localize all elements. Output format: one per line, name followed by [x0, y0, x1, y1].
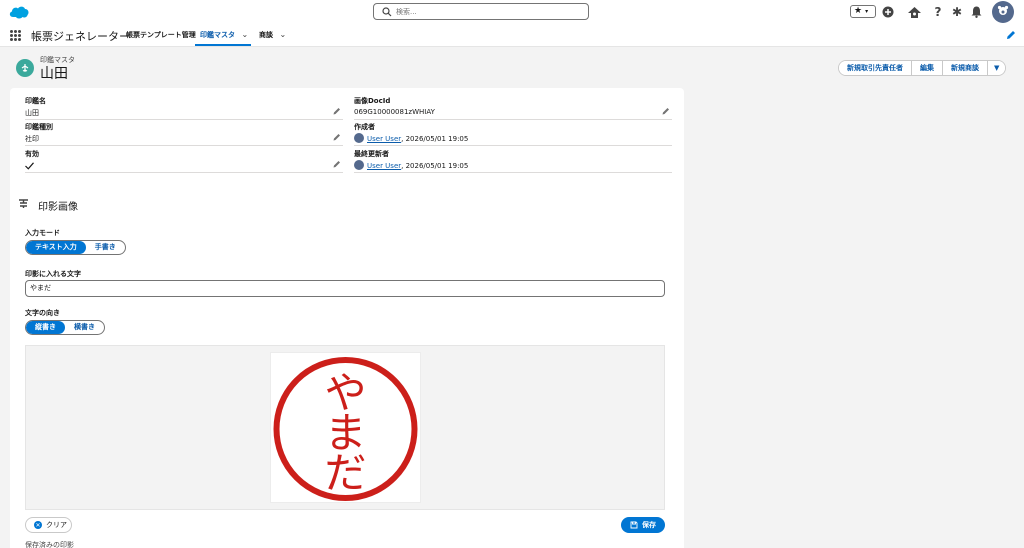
salesforce-logo[interactable] — [8, 4, 30, 20]
star-icon: ★ — [854, 6, 863, 16]
seal-text-input[interactable]: やまだ — [25, 280, 665, 297]
input-mode-label: 入力モード — [25, 229, 60, 237]
nav-item-template-management[interactable]: 帳票テンプレート管理 — [126, 30, 196, 40]
direction-vertical-option[interactable]: 縦書き — [26, 321, 65, 334]
seal-canvas[interactable]: や ま だ — [270, 352, 421, 503]
save-button-label: 保存 — [642, 521, 656, 529]
global-actions-plus-icon[interactable] — [880, 4, 896, 20]
stamp-character: だ — [324, 449, 366, 498]
clear-button[interactable]: ✕ クリア — [25, 517, 72, 533]
modified-date: , 2026/05/01 19:05 — [401, 162, 469, 170]
input-mode-handwrite-option[interactable]: 手書き — [86, 241, 125, 254]
field-label: 印鑑名 — [25, 97, 46, 105]
field-seal-type: 印鑑種別 社印 — [25, 120, 343, 146]
direction-horizontal-option[interactable]: 横書き — [65, 321, 104, 334]
field-value: 社印 — [25, 135, 39, 143]
pencil-icon[interactable] — [662, 107, 670, 115]
field-active: 有効 — [25, 147, 343, 173]
active-tab-indicator — [195, 44, 251, 46]
pencil-icon[interactable] — [333, 160, 341, 168]
seal-stamp-image: や ま だ — [273, 357, 418, 501]
input-mode-text-option[interactable]: テキスト入力 — [26, 241, 86, 254]
save-button[interactable]: 保存 — [621, 517, 665, 533]
pencil-icon[interactable] — [333, 107, 341, 115]
user-avatar-icon — [354, 133, 364, 143]
saved-seal-heading: 保存済みの印影 — [25, 541, 74, 548]
new-opportunity-button[interactable]: 新規商談 — [943, 61, 988, 75]
edit-nav-pencil-icon[interactable] — [1006, 30, 1016, 40]
created-date: , 2026/05/01 19:05 — [401, 135, 469, 143]
global-search-input[interactable]: 検索... — [373, 3, 589, 20]
record-action-buttons: 新規取引先責任者 編集 新規商談 ▼ — [838, 60, 1007, 76]
nav-item-opportunities[interactable]: 商談 ⌄ — [259, 30, 286, 40]
field-label: 画像DocId — [354, 97, 391, 105]
text-direction-label: 文字の向き — [25, 309, 60, 317]
chevron-down-icon[interactable]: ⌄ — [279, 30, 286, 39]
search-placeholder: 検索... — [396, 8, 417, 16]
section-toggle-icon[interactable] — [18, 198, 29, 209]
section-title: 印影画像 — [38, 202, 78, 213]
app-navigation-bar: 帳票ジェネレーター 帳票テンプレート管理 印鑑マスタ ⌄ 商談 ⌄ — [0, 24, 1024, 47]
save-icon — [630, 521, 638, 529]
help-icon[interactable]: ? — [930, 4, 946, 20]
modified-by-user-link[interactable]: User User — [367, 162, 401, 170]
pencil-icon[interactable] — [333, 133, 341, 141]
field-label: 最終更新者 — [354, 150, 389, 158]
field-label: 印鑑種別 — [25, 123, 53, 131]
checkmark-icon — [25, 162, 34, 170]
global-header: 検索... ★ ▾ ? ✱ — [0, 0, 1024, 24]
gear-icon[interactable]: ✱ — [949, 4, 965, 20]
chevron-down-icon[interactable]: ⌄ — [241, 30, 248, 39]
field-seal-name: 印鑑名 山田 — [25, 94, 343, 120]
app-name: 帳票ジェネレーター — [31, 30, 130, 43]
field-last-modified-by: 最終更新者 User User, 2026/05/01 19:05 — [354, 147, 672, 173]
nav-item-label: 帳票テンプレート管理 — [126, 31, 196, 39]
seal-text-label: 印影に入れる文字 — [25, 270, 81, 278]
chevron-down-icon: ▼ — [994, 64, 1000, 72]
field-value: User User, 2026/05/01 19:05 — [354, 160, 469, 171]
record-title: 山田 — [40, 66, 68, 82]
app-launcher-icon[interactable] — [10, 30, 21, 41]
seal-record-icon — [16, 59, 34, 77]
nav-item-label: 商談 — [259, 31, 273, 39]
trailhead-icon[interactable] — [906, 4, 922, 20]
field-label: 有効 — [25, 150, 39, 158]
nav-item-seal-master[interactable]: 印鑑マスタ ⌄ — [200, 30, 248, 40]
chevron-down-icon: ▾ — [865, 8, 869, 15]
field-label: 作成者 — [354, 123, 375, 131]
user-avatar-icon — [354, 160, 364, 170]
nav-item-label: 印鑑マスタ — [200, 31, 235, 39]
user-avatar[interactable] — [992, 1, 1014, 23]
search-icon — [382, 7, 392, 17]
close-icon: ✕ — [34, 521, 42, 529]
created-by-user-link[interactable]: User User — [367, 135, 401, 143]
field-created-by: 作成者 User User, 2026/05/01 19:05 — [354, 120, 672, 146]
input-mode-toggle: テキスト入力 手書き — [25, 240, 126, 255]
new-contact-button[interactable]: 新規取引先責任者 — [839, 61, 912, 75]
field-image-docid: 画像DocId 069G10000081zWHIAY — [354, 94, 672, 120]
more-actions-button[interactable]: ▼ — [988, 61, 1006, 75]
bell-icon[interactable] — [968, 4, 984, 20]
field-value: 山田 — [25, 109, 39, 117]
field-value: 069G10000081zWHIAY — [354, 108, 435, 116]
text-direction-toggle: 縦書き 横書き — [25, 320, 105, 335]
field-value: User User, 2026/05/01 19:05 — [354, 133, 469, 144]
edit-button[interactable]: 編集 — [912, 61, 943, 75]
favorites-button[interactable]: ★ ▾ — [850, 5, 876, 18]
clear-button-label: クリア — [46, 521, 67, 529]
